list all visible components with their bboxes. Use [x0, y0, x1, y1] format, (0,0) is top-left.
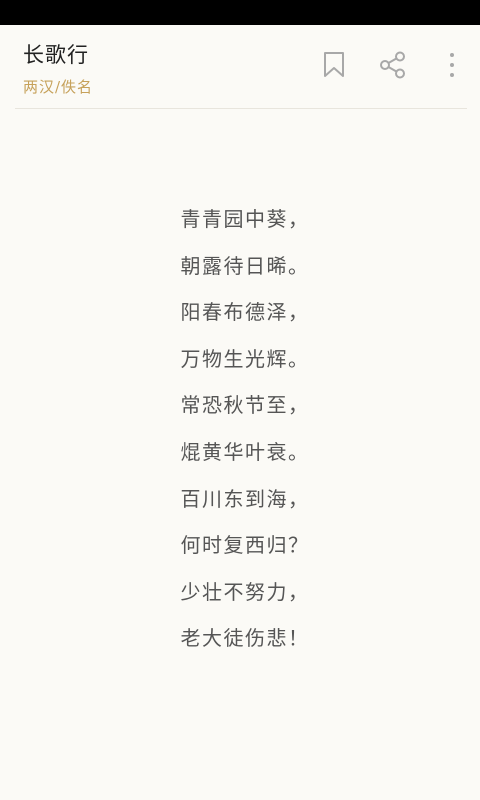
poem-line: 百川东到海， — [180, 486, 310, 511]
status-bar — [0, 0, 480, 25]
page-title: 长歌行 — [23, 43, 89, 67]
poem-line: 青青园中葵， — [180, 207, 310, 231]
header: 长歌行 两汉/佚名 — [0, 25, 480, 109]
poem-line: 朝露待日晞。 — [180, 253, 310, 278]
author-dynasty[interactable]: 两汉/佚名 — [23, 76, 93, 97]
poem-line: 何时复西归？ — [180, 533, 310, 558]
share-button[interactable] — [374, 47, 410, 83]
poem-line: 阳春布德泽， — [180, 300, 310, 325]
bookmark-button[interactable] — [316, 47, 352, 83]
poem-line: 焜黄华叶衰。 — [180, 439, 310, 464]
poem-body: 青青园中葵， 朝露待日晞。 阳春布德泽， 万物生光辉。 常恐秋节至， 焜黄华叶衰… — [0, 196, 480, 662]
header-divider — [15, 108, 467, 109]
bookmark-icon — [324, 52, 344, 77]
share-icon — [380, 51, 405, 79]
poem-line: 老大徒伤悲！ — [180, 626, 310, 651]
more-options-button[interactable] — [434, 47, 470, 83]
poem-line: 万物生光辉。 — [180, 346, 310, 371]
poem-line: 常恐秋节至， — [180, 393, 310, 418]
poem-line: 少壮不努力， — [180, 579, 310, 604]
more-vertical-icon — [450, 53, 454, 77]
